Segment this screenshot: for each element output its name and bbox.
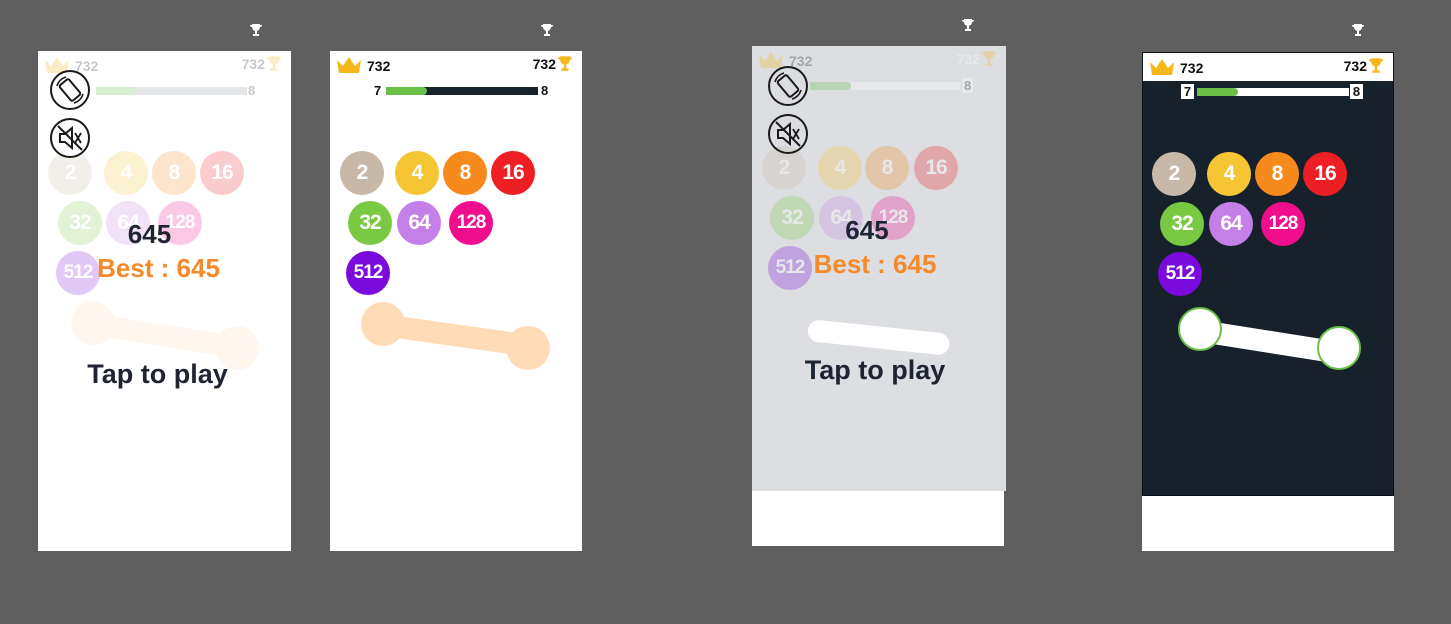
level-progress-bar bbox=[1197, 88, 1349, 96]
ball-32: 32 bbox=[348, 201, 392, 245]
start-overlay[interactable]: 645 Best : 645 Tap to play bbox=[752, 46, 1006, 491]
level-progress-fill bbox=[1197, 88, 1239, 96]
ball-16: 16 bbox=[491, 151, 535, 195]
rotate-screen-icon bbox=[774, 72, 802, 100]
ball-128: 128 bbox=[1261, 202, 1305, 246]
tap-to-play[interactable]: Tap to play bbox=[752, 355, 1002, 386]
level-next: 8 bbox=[1350, 84, 1363, 99]
stick-end-right[interactable] bbox=[506, 326, 550, 370]
rotate-button[interactable] bbox=[50, 70, 90, 110]
ball-4: 4 bbox=[1207, 152, 1251, 196]
level-current: 7 bbox=[1181, 84, 1194, 99]
ball-2: 2 bbox=[340, 151, 384, 195]
trophy-icon bbox=[962, 19, 974, 31]
stick-end-left[interactable] bbox=[1178, 307, 1222, 351]
ball-8: 8 bbox=[1255, 152, 1299, 196]
level-current: 7 bbox=[374, 83, 382, 98]
ball-16: 16 bbox=[1303, 152, 1347, 196]
best-score-left: 732 bbox=[367, 58, 391, 74]
level-next: 8 bbox=[541, 83, 549, 98]
stick-end-right[interactable] bbox=[1317, 326, 1361, 370]
overlay-best: Best : 645 bbox=[97, 253, 220, 283]
game-screen-3[interactable]: 732 732 8 2 4 8 16 32 64 128 512 645 Bes… bbox=[752, 46, 1006, 491]
tap-to-play[interactable]: Tap to play bbox=[38, 359, 284, 390]
hud: 732 732 7 8 bbox=[330, 51, 582, 111]
trophy-icon bbox=[1368, 58, 1384, 73]
ball-32: 32 bbox=[1160, 202, 1204, 246]
game-screen-2[interactable]: 732 732 7 8 2 4 8 16 32 64 128 512 bbox=[330, 51, 582, 495]
sound-button[interactable] bbox=[50, 118, 90, 158]
crown-icon bbox=[1150, 59, 1174, 75]
best-score-right: 732 bbox=[532, 56, 556, 72]
trophy-icon bbox=[557, 56, 573, 71]
trophy-icon bbox=[541, 24, 553, 36]
ad-banner[interactable] bbox=[752, 491, 1004, 546]
level-strip: 7 8 bbox=[1143, 81, 1393, 106]
ball-4: 4 bbox=[395, 151, 439, 195]
ball-128: 128 bbox=[449, 201, 493, 245]
trophy-icon bbox=[1352, 24, 1364, 36]
sound-off-icon bbox=[57, 125, 83, 151]
overlay-score: 645 bbox=[845, 215, 889, 245]
overlay-best: Best : 645 bbox=[813, 249, 937, 279]
ad-banner[interactable] bbox=[1142, 495, 1394, 551]
rotate-button[interactable] bbox=[768, 66, 808, 106]
ad-banner[interactable] bbox=[330, 495, 582, 551]
best-score-right: 732 bbox=[1343, 58, 1367, 74]
ad-banner[interactable] bbox=[38, 495, 291, 551]
ball-64: 64 bbox=[1209, 202, 1253, 246]
ball-64: 64 bbox=[397, 201, 441, 245]
crown-icon bbox=[337, 57, 361, 73]
trophy-icon bbox=[250, 24, 262, 36]
stick-end-left[interactable] bbox=[361, 302, 405, 346]
overlay-score: 645 bbox=[127, 219, 172, 249]
ball-512: 512 bbox=[1158, 252, 1202, 296]
game-screen-1[interactable]: 732 732 8 2 4 8 16 32 64 128 512 645 Bes… bbox=[38, 51, 291, 499]
level-progress-fill bbox=[386, 87, 428, 95]
sound-off-icon bbox=[775, 121, 801, 147]
best-score-left: 732 bbox=[1180, 60, 1204, 76]
ball-8: 8 bbox=[443, 151, 487, 195]
game-screen-4[interactable]: 732 732 7 8 2 4 8 16 32 64 128 512 bbox=[1142, 52, 1394, 496]
start-overlay[interactable]: 645 Best : 645 Tap to play bbox=[38, 51, 291, 499]
rotate-screen-icon bbox=[56, 76, 84, 104]
sound-button[interactable] bbox=[768, 114, 808, 154]
ball-512: 512 bbox=[346, 251, 390, 295]
level-progress-bar bbox=[386, 87, 538, 95]
ball-2: 2 bbox=[1152, 152, 1196, 196]
